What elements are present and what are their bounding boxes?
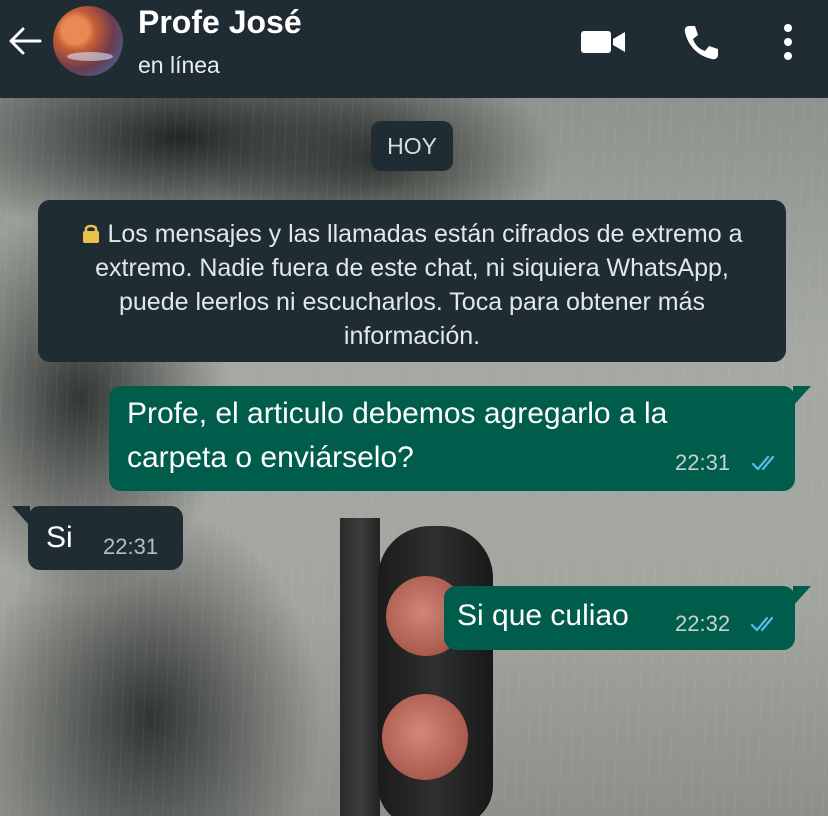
contact-name[interactable]: Profe José <box>138 4 302 41</box>
video-camera-icon[interactable] <box>579 27 627 57</box>
arrow-left-icon[interactable] <box>6 24 44 58</box>
message-time: 22:31 <box>103 534 159 559</box>
message-bubble-incoming[interactable]: Si 22:31 <box>12 506 183 570</box>
phone-icon[interactable] <box>680 22 722 62</box>
chat-header: Profe José en línea <box>0 0 828 98</box>
more-vertical-icon[interactable] <box>776 20 800 64</box>
lock-icon <box>83 224 100 243</box>
avatar[interactable] <box>53 6 123 76</box>
chat-area[interactable]: HOY Los mensajes y las llamadas están ci… <box>0 98 828 816</box>
read-ticks-icon <box>751 455 775 471</box>
wallpaper-lamp <box>382 694 468 780</box>
message-bubble-outgoing[interactable]: Profe, el articulo debemos agregarlo a l… <box>109 386 811 491</box>
read-ticks-icon <box>750 616 774 632</box>
bubble-tail <box>793 386 811 406</box>
wallpaper-pole <box>340 518 380 816</box>
date-chip: HOY <box>371 121 453 171</box>
contact-status: en línea <box>138 52 220 78</box>
message-text: Si que culiao <box>457 599 629 632</box>
bubble-tail <box>12 506 30 526</box>
bubble-tail <box>793 586 811 606</box>
message-bubble-outgoing[interactable]: Si que culiao 22:32 <box>444 586 811 650</box>
encryption-notice[interactable]: Los mensajes y las llamadas están cifrad… <box>38 200 786 362</box>
message-text: Si <box>46 521 73 554</box>
message-time: 22:31 <box>675 450 731 475</box>
wallpaper-traffic-light <box>378 526 493 816</box>
message-text: Profe, el articulo debemos agregarlo a l… <box>127 397 668 474</box>
encryption-notice-text: Los mensajes y las llamadas están cifrad… <box>95 220 743 350</box>
message-time: 22:32 <box>675 611 731 636</box>
